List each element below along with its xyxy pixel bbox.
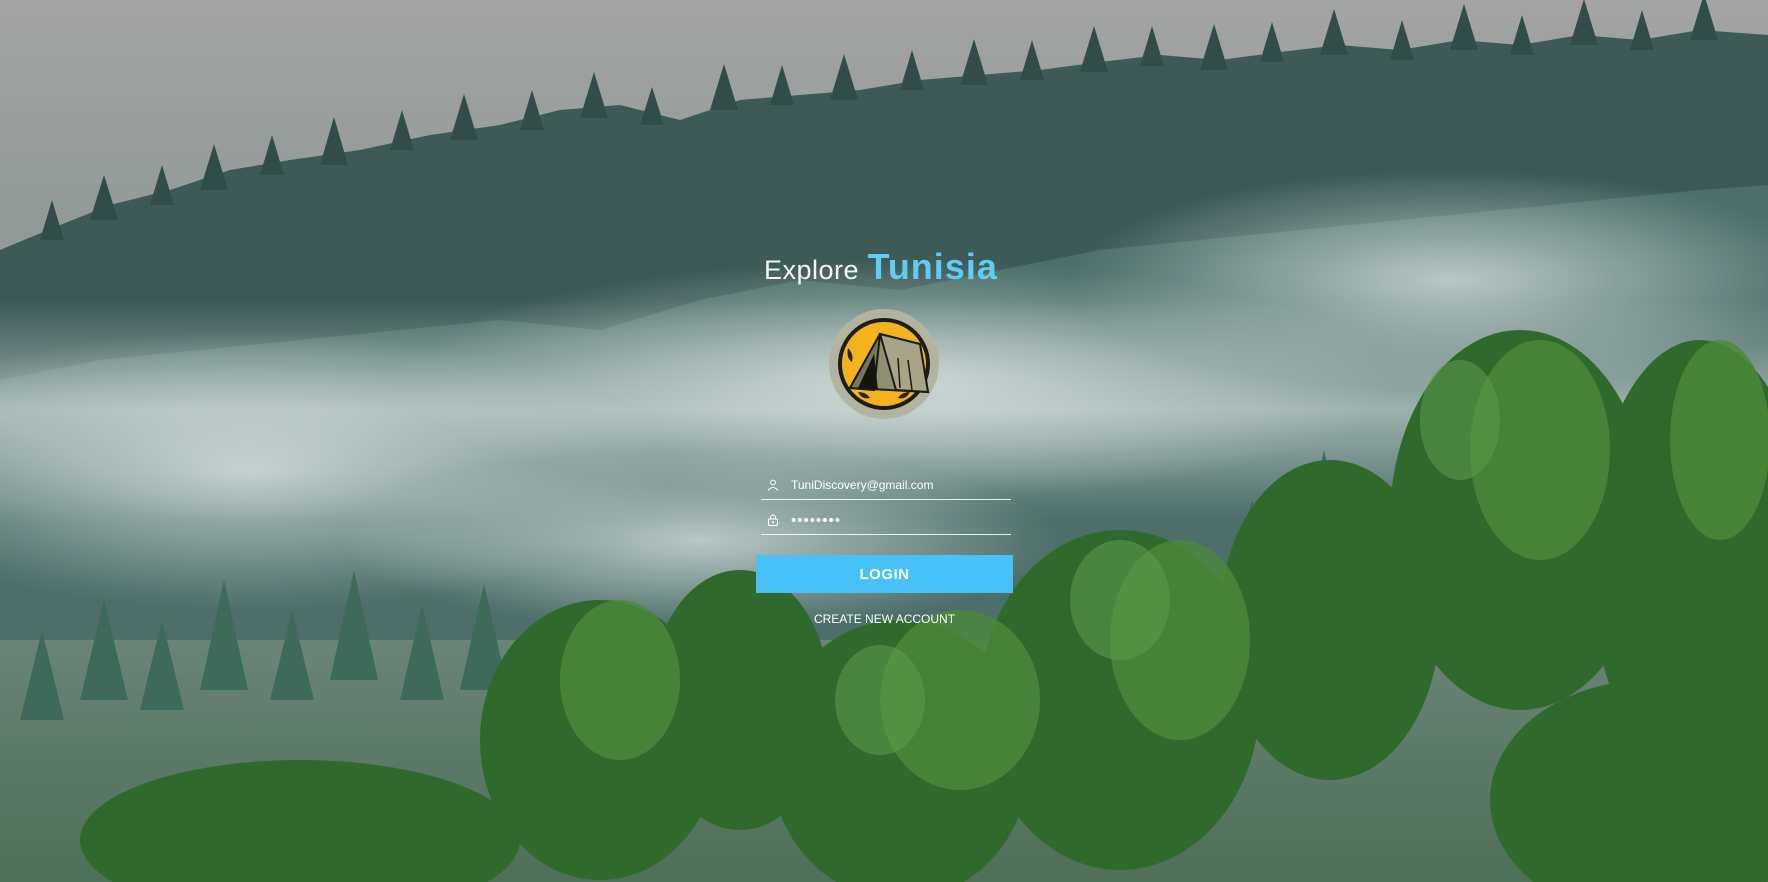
tent-icon <box>829 309 939 419</box>
user-icon <box>767 479 779 491</box>
password-input[interactable] <box>791 508 1005 532</box>
brand-title: Explore Tunisia <box>764 246 1014 288</box>
brand-prefix: Explore <box>764 255 860 285</box>
lock-icon <box>768 514 778 526</box>
login-panel: Explore Tunisia TuniDiscovery@gmail.com … <box>756 240 1014 640</box>
brand-name: Tunisia <box>867 246 998 287</box>
email-field <box>761 473 1011 500</box>
email-input[interactable] <box>791 473 1005 497</box>
create-account-link[interactable]: CREATE NEW ACCOUNT <box>756 612 1013 626</box>
password-field <box>761 508 1011 535</box>
login-button[interactable]: LOGIN <box>756 555 1013 593</box>
login-screen: Explore Tunisia TuniDiscovery@gmail.com … <box>0 0 1768 882</box>
